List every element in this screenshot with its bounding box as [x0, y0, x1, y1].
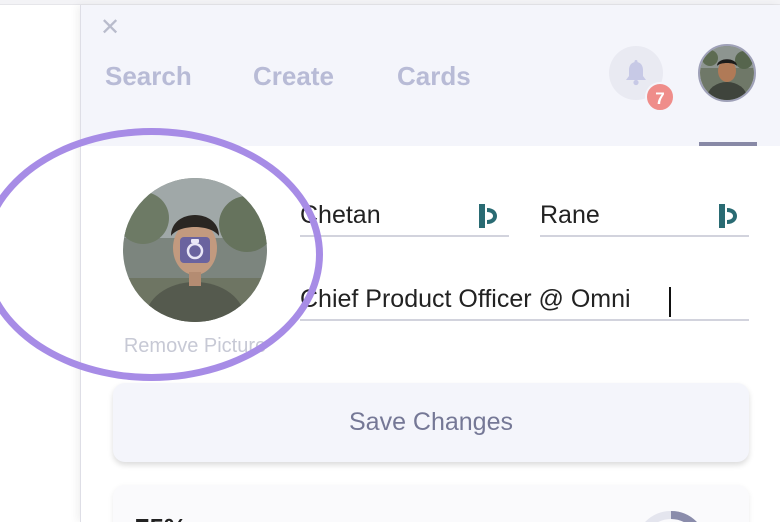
app-window: ✕ Search Create Cards 7 Remove Picture C…: [0, 0, 780, 522]
profile-completion-card: 75%: [113, 485, 749, 522]
active-tab-indicator: [699, 142, 757, 146]
first-name-field: [300, 195, 509, 237]
notifications-button[interactable]: 7: [609, 46, 675, 112]
title-field: [300, 279, 749, 321]
user-avatar[interactable]: [698, 44, 756, 102]
side-panel: ✕ Search Create Cards 7 Remove Picture C…: [80, 5, 780, 522]
save-changes-button[interactable]: Save Changes: [113, 383, 749, 462]
camera-icon[interactable]: [180, 237, 210, 263]
remove-picture-link[interactable]: Remove Picture: [114, 335, 276, 358]
tab-search[interactable]: Search: [105, 61, 192, 92]
tab-cards[interactable]: Cards: [397, 61, 471, 92]
last-name-field: [540, 195, 749, 237]
tab-create[interactable]: Create: [253, 61, 334, 92]
dashlane-logo-icon[interactable]: [717, 203, 739, 229]
progress-ring-icon: [645, 511, 697, 522]
avatar-photo: [700, 46, 754, 100]
title-input[interactable]: [300, 279, 749, 319]
dashlane-logo-icon[interactable]: [477, 203, 499, 229]
header: ✕ Search Create Cards 7: [81, 5, 780, 146]
bell-icon: [626, 60, 646, 86]
close-icon[interactable]: ✕: [99, 16, 121, 40]
completion-percentage: 75%: [135, 513, 187, 522]
notification-count-badge: 7: [645, 82, 675, 112]
text-caret: [669, 287, 671, 317]
